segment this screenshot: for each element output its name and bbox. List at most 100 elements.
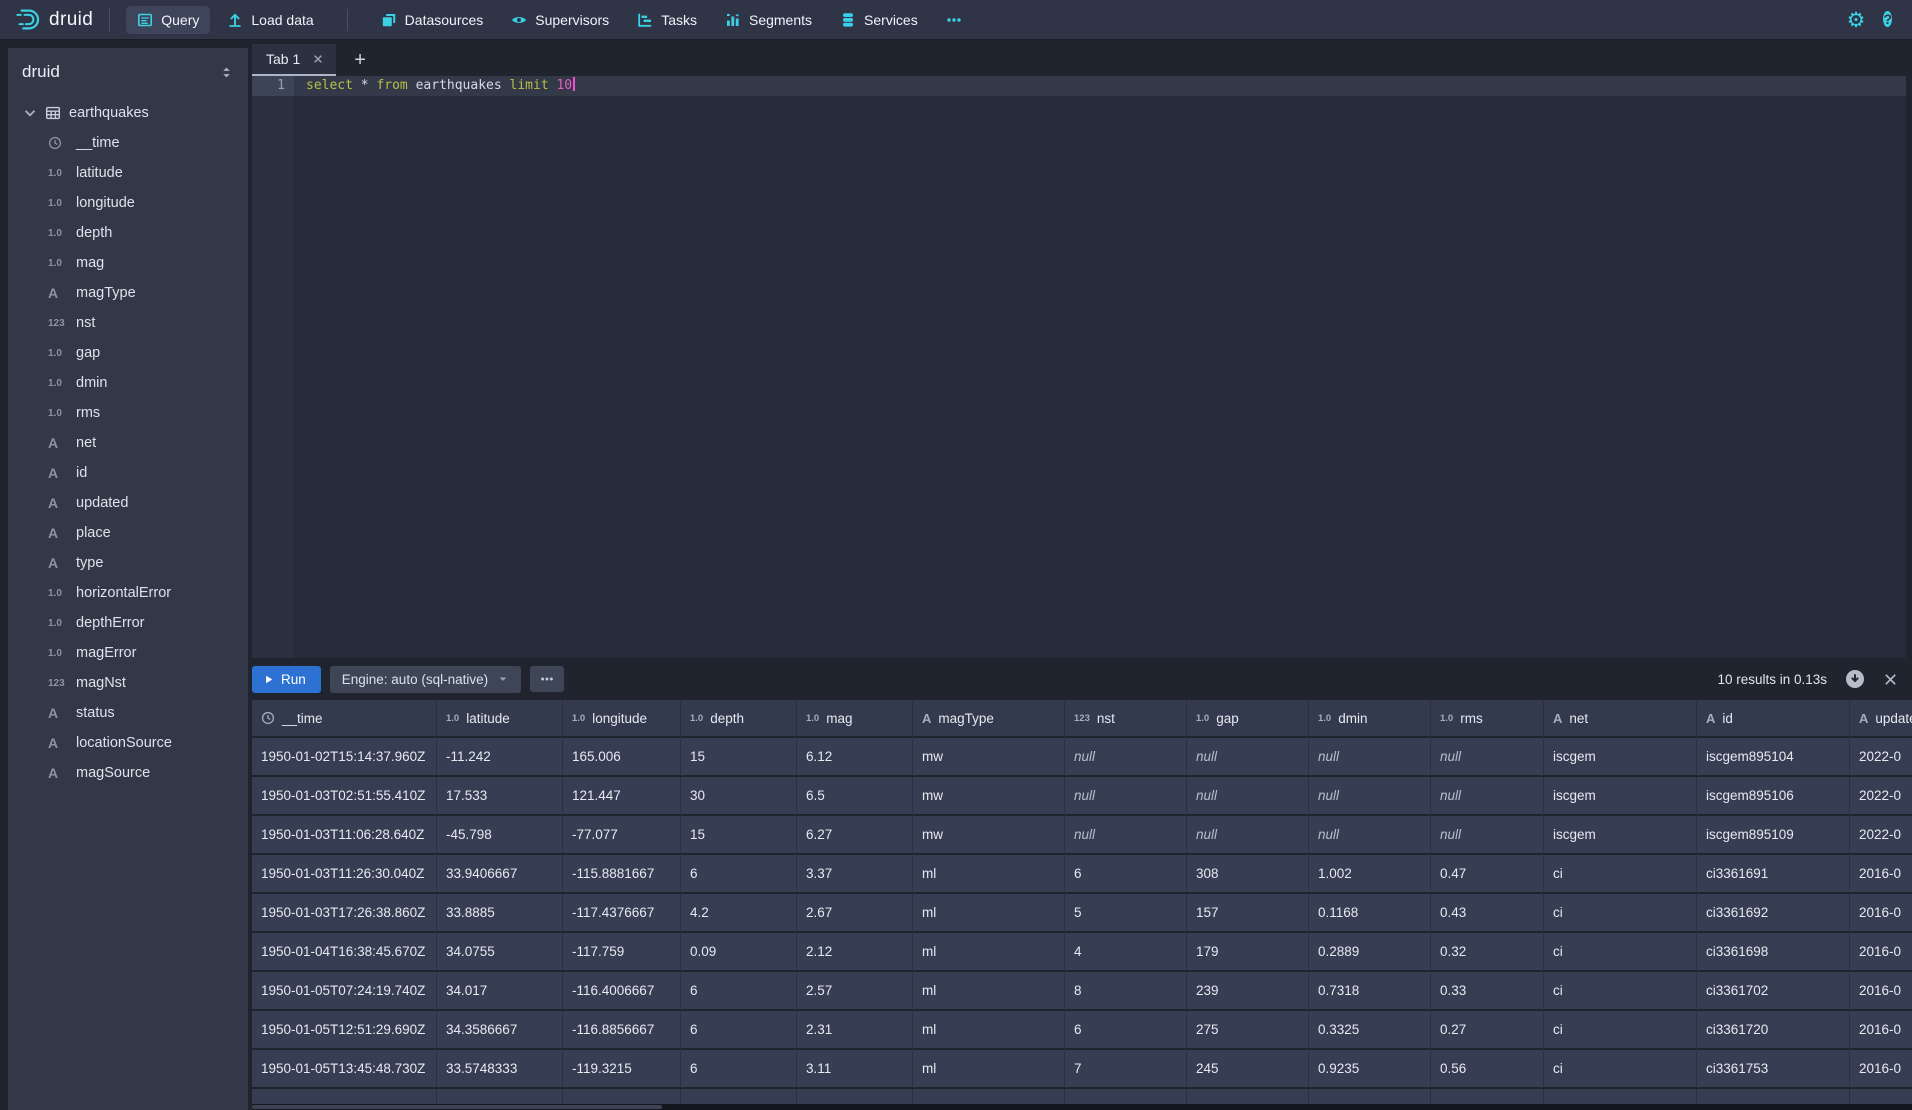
table-cell[interactable] (1850, 1089, 1912, 1104)
nav-item-datasources[interactable]: Datasources (370, 6, 495, 34)
table-cell[interactable]: ci3361753 (1697, 1050, 1850, 1089)
column-item-locationSource[interactable]: AlocationSource (8, 728, 248, 758)
table-cell[interactable]: 2.57 (797, 972, 913, 1011)
table-cell[interactable] (913, 1089, 1065, 1104)
table-cell[interactable]: 1.002 (1309, 855, 1431, 894)
help-button[interactable]: ? (1883, 10, 1892, 29)
table-cell[interactable]: ci (1544, 855, 1697, 894)
table-cell[interactable]: 1950-01-03T02:51:55.410Z (252, 777, 437, 816)
nav-item-tasks[interactable]: Tasks (626, 6, 708, 34)
table-cell[interactable]: 0.7318 (1309, 972, 1431, 1011)
table-cell[interactable] (1697, 1089, 1850, 1104)
column-item-depth[interactable]: 1.0depth (8, 218, 248, 248)
table-cell[interactable]: 30 (681, 777, 797, 816)
engine-selector[interactable]: Engine: auto (sql-native) (330, 666, 521, 693)
column-header-magType[interactable]: AmagType (913, 700, 1065, 738)
table-cell[interactable]: 3.11 (797, 1050, 913, 1089)
table-cell[interactable]: 5 (1065, 894, 1187, 933)
table-cell[interactable]: 6.5 (797, 777, 913, 816)
nav-item-segments[interactable]: Segments (714, 6, 823, 34)
table-cell[interactable]: mw (913, 816, 1065, 855)
column-header-longitude[interactable]: 1.0longitude (563, 700, 681, 738)
table-cell[interactable]: iscgem (1544, 816, 1697, 855)
column-item-status[interactable]: Astatus (8, 698, 248, 728)
table-cell[interactable]: ci3361702 (1697, 972, 1850, 1011)
table-cell[interactable]: 6 (1065, 855, 1187, 894)
table-cell[interactable]: ci3361692 (1697, 894, 1850, 933)
table-cell[interactable]: 2016-0 (1850, 933, 1912, 972)
table-cell[interactable]: 1950-01-05T12:51:29.690Z (252, 1011, 437, 1050)
table-cell[interactable]: 1950-01-05T13:45:48.730Z (252, 1050, 437, 1089)
table-cell[interactable] (1431, 1089, 1544, 1104)
column-item-updated[interactable]: Aupdated (8, 488, 248, 518)
close-tab-icon[interactable] (312, 53, 324, 65)
nav-item-services[interactable]: Services (829, 6, 929, 34)
column-header-mag[interactable]: 1.0mag (797, 700, 913, 738)
table-cell[interactable]: iscgem (1544, 777, 1697, 816)
table-cell[interactable]: 1950-01-03T11:26:30.040Z (252, 855, 437, 894)
column-header-dmin[interactable]: 1.0dmin (1309, 700, 1431, 738)
horizontal-scrollbar[interactable] (252, 1104, 1912, 1110)
table-cell[interactable]: 165.006 (563, 738, 681, 777)
table-cell[interactable]: ml (913, 894, 1065, 933)
table-cell[interactable]: null (1309, 816, 1431, 855)
column-header-gap[interactable]: 1.0gap (1187, 700, 1309, 738)
table-cell[interactable]: -115.8881667 (563, 855, 681, 894)
table-cell[interactable]: null (1065, 816, 1187, 855)
table-cell[interactable]: 2022-0 (1850, 777, 1912, 816)
table-cell[interactable]: -116.8856667 (563, 1011, 681, 1050)
table-cell[interactable]: null (1431, 738, 1544, 777)
table-cell[interactable]: -11.242 (437, 738, 563, 777)
column-item-magNst[interactable]: 123magNst (8, 668, 248, 698)
table-cell[interactable]: 33.5748333 (437, 1050, 563, 1089)
table-cell[interactable]: 308 (1187, 855, 1309, 894)
table-cell[interactable]: ci (1544, 894, 1697, 933)
table-cell[interactable]: null (1309, 777, 1431, 816)
table-cell[interactable] (1187, 1089, 1309, 1104)
table-cell[interactable]: ml (913, 855, 1065, 894)
close-results-button[interactable] (1883, 672, 1898, 687)
table-cell[interactable]: 239 (1187, 972, 1309, 1011)
nav-item-query[interactable]: Query (126, 6, 210, 34)
table-cell[interactable]: 0.33 (1431, 972, 1544, 1011)
column-item-horizontalError[interactable]: 1.0horizontalError (8, 578, 248, 608)
column-header-updated[interactable]: Aupdated (1850, 700, 1912, 738)
column-item-mag[interactable]: 1.0mag (8, 248, 248, 278)
table-cell[interactable]: ml (913, 1011, 1065, 1050)
table-cell[interactable]: 34.3586667 (437, 1011, 563, 1050)
table-cell[interactable]: null (1309, 738, 1431, 777)
table-cell[interactable]: ci (1544, 933, 1697, 972)
table-cell[interactable]: 34.017 (437, 972, 563, 1011)
table-cell[interactable]: 2.67 (797, 894, 913, 933)
schema-selector[interactable]: druid (8, 48, 248, 92)
table-cell[interactable]: null (1187, 816, 1309, 855)
table-cell[interactable]: null (1431, 816, 1544, 855)
table-cell[interactable]: 2016-0 (1850, 1050, 1912, 1089)
table-cell[interactable]: 2022-0 (1850, 738, 1912, 777)
column-header-nst[interactable]: 123nst (1065, 700, 1187, 738)
table-cell[interactable]: 8 (1065, 972, 1187, 1011)
column-header-depth[interactable]: 1.0depth (681, 700, 797, 738)
more-options-button[interactable] (530, 666, 564, 692)
table-cell[interactable]: 0.09 (681, 933, 797, 972)
table-cell[interactable]: 0.47 (1431, 855, 1544, 894)
table-cell[interactable]: -116.4006667 (563, 972, 681, 1011)
table-cell[interactable]: 33.9406667 (437, 855, 563, 894)
table-cell[interactable]: 0.3325 (1309, 1011, 1431, 1050)
table-cell[interactable]: 1950-01-03T17:26:38.860Z (252, 894, 437, 933)
table-cell[interactable]: 6.12 (797, 738, 913, 777)
column-item-latitude[interactable]: 1.0latitude (8, 158, 248, 188)
table-cell[interactable] (797, 1089, 913, 1104)
table-cell[interactable]: 2016-0 (1850, 855, 1912, 894)
table-cell[interactable]: iscgem895104 (1697, 738, 1850, 777)
table-cell[interactable] (1544, 1089, 1697, 1104)
column-item-magError[interactable]: 1.0magError (8, 638, 248, 668)
table-cell[interactable]: 157 (1187, 894, 1309, 933)
table-cell[interactable]: ci (1544, 1050, 1697, 1089)
table-cell[interactable]: -77.077 (563, 816, 681, 855)
table-cell[interactable]: ml (913, 933, 1065, 972)
table-cell[interactable]: 4 (1065, 933, 1187, 972)
table-cell[interactable]: 15 (681, 816, 797, 855)
table-cell[interactable]: null (1187, 738, 1309, 777)
table-cell[interactable]: 6 (681, 1011, 797, 1050)
